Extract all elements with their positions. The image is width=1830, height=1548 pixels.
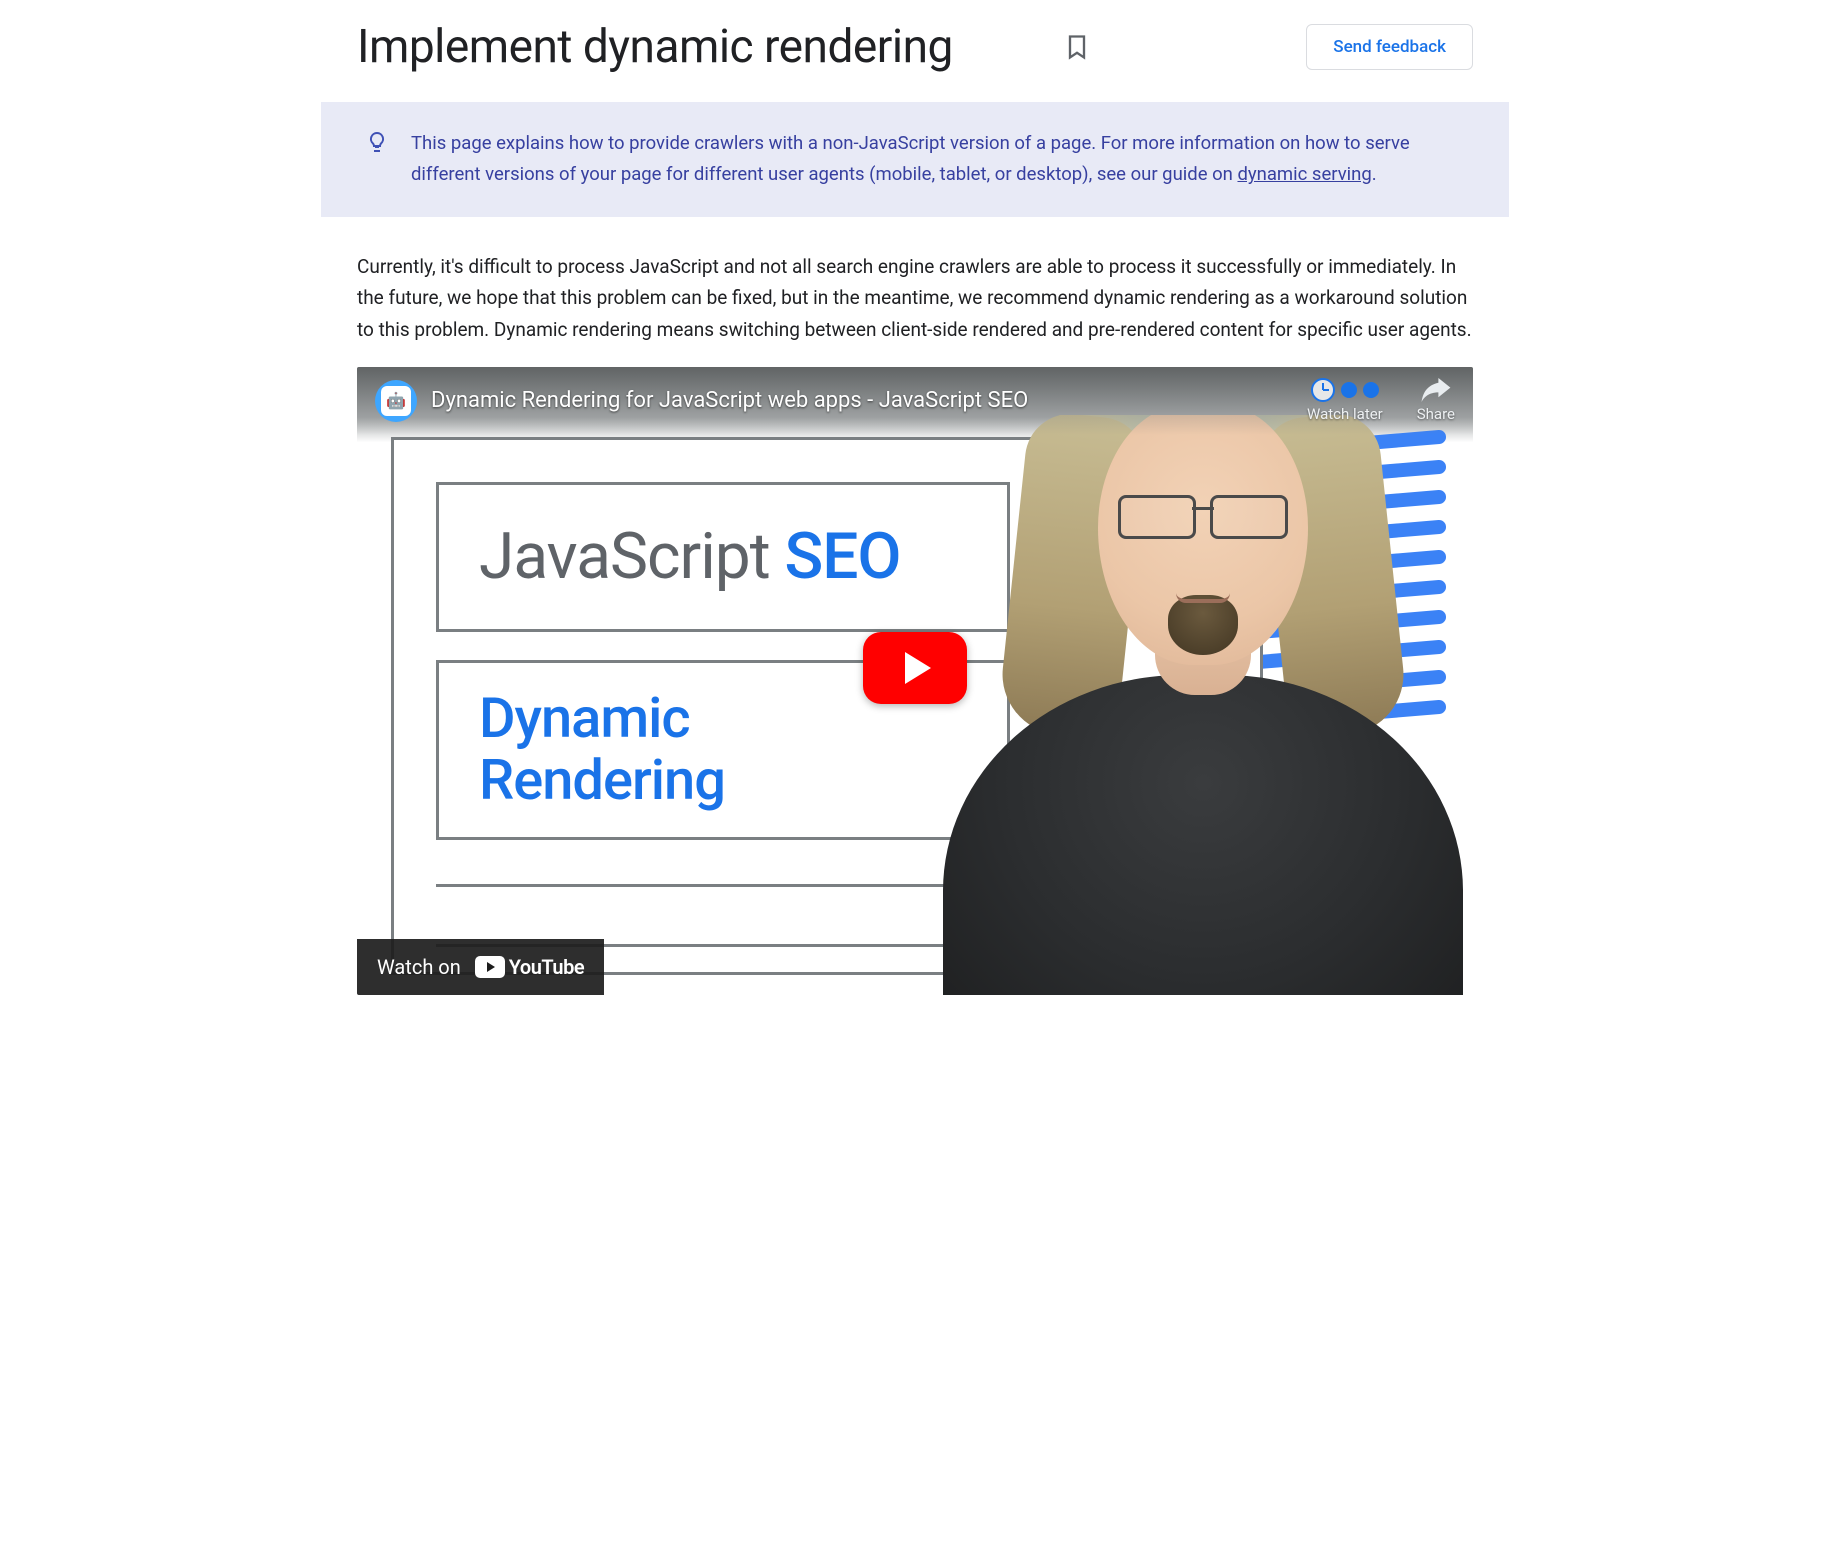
video-top-bar: 🤖 Dynamic Rendering for JavaScript web a… [357,367,1473,435]
bookmark-icon [1063,33,1091,61]
callout-text-after: . [1372,163,1377,185]
send-feedback-button[interactable]: Send feedback [1306,24,1473,70]
play-icon [905,652,931,684]
dynamic-serving-link[interactable]: dynamic serving [1237,163,1371,185]
play-button[interactable] [863,632,967,704]
bookmark-button[interactable] [1063,33,1091,61]
video-title: Dynamic Rendering for JavaScript web app… [431,388,1028,413]
watch-later-label: Watch later [1307,405,1383,423]
channel-avatar[interactable]: 🤖 [375,380,417,422]
share-button[interactable]: Share [1417,378,1455,423]
info-callout: This page explains how to provide crawle… [321,102,1509,217]
youtube-logo: YouTube [475,955,584,979]
page-title: Implement dynamic rendering [357,20,953,74]
callout-text: This page explains how to provide crawle… [411,128,1465,191]
watch-on-youtube-button[interactable]: Watch on YouTube [357,939,604,995]
page-header: Implement dynamic rendering Send feedbac… [321,20,1509,102]
watch-on-label: Watch on [377,955,461,979]
share-label: Share [1417,405,1455,423]
lightbulb-icon [365,128,389,158]
watch-later-icon [1311,378,1379,402]
thumb-title-line1: JavaScript SEO [479,519,901,594]
video-presenter [933,415,1473,995]
video-embed[interactable]: 🤖 Dynamic Rendering for JavaScript web a… [357,367,1473,995]
intro-paragraph: Currently, it's difficult to process Jav… [321,217,1509,367]
thumb-title-line2: Dynamic Rendering [479,688,1007,811]
watch-later-button[interactable]: Watch later [1307,378,1383,423]
share-icon [1421,378,1451,402]
